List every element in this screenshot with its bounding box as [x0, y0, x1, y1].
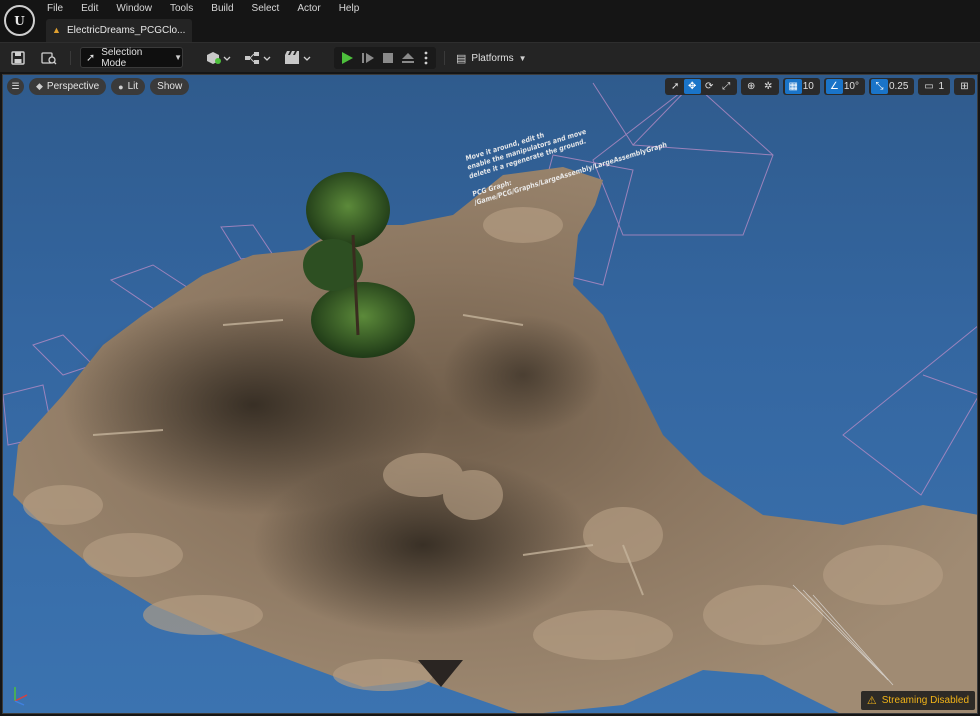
save-icon[interactable] [8, 47, 28, 69]
perspective-button[interactable]: ◆ Perspective [29, 78, 107, 95]
streaming-label: Streaming Disabled [881, 695, 969, 706]
level-tab[interactable]: ▲ ElectricDreams_PCGClo... [46, 19, 192, 42]
camera-icon[interactable]: ▭ [920, 79, 937, 94]
viewport-toolbar-left: ☰ ◆ Perspective ● Lit Show [7, 78, 190, 96]
lit-sphere-icon: ● [118, 81, 124, 92]
rotation-snap-icon[interactable]: ∠ [825, 79, 843, 94]
main-toolbar: ➚ Selection Mode ▼ ▤ Platforms ▼ [0, 42, 980, 72]
menu-actor[interactable]: Actor [288, 0, 329, 18]
platforms-icon: ▤ [456, 52, 467, 65]
unreal-logo[interactable]: U [4, 5, 35, 36]
menu-edit[interactable]: Edit [72, 0, 107, 18]
warning-icon: ⚠ [866, 695, 877, 707]
selection-mode-dropdown[interactable]: ➚ Selection Mode ▼ [80, 46, 183, 69]
scale-snap-icon[interactable]: ⤡ [870, 79, 888, 94]
coordinate-tools: ⊕ ✲ [740, 78, 779, 95]
streaming-status: ⚠ Streaming Disabled [860, 691, 975, 710]
viewport-layout-icon[interactable]: ⊞ [956, 79, 973, 94]
grid-snap-icon[interactable]: ▦ [784, 79, 802, 94]
hamburger-menu-icon[interactable]: ☰ [7, 78, 24, 95]
cursor-icon: ➚ [86, 52, 96, 64]
content-browser-icon[interactable] [38, 47, 60, 69]
camera-speed-value[interactable]: 1 [937, 81, 948, 92]
cinematics-button[interactable] [283, 47, 313, 69]
level-icon: ▲ [52, 25, 61, 35]
transform-tools: ➚ ✥ ⟳ ⤢ [664, 78, 737, 95]
scale-icon[interactable]: ⤢ [718, 79, 735, 94]
grid-snap-value[interactable]: 10 [802, 81, 818, 92]
menu-build[interactable]: Build [202, 0, 242, 18]
toolbar-separator [70, 51, 71, 65]
title-bar: U File Edit Window Tools Build Select Ac… [0, 0, 980, 42]
blueprint-button[interactable] [243, 47, 273, 69]
camera-speed-group: ▭ 1 [918, 78, 950, 95]
platforms-dropdown[interactable]: ▤ Platforms ▼ [450, 47, 533, 69]
chevron-down-icon: ▼ [174, 53, 182, 62]
selection-mode-label: Selection Mode [101, 46, 143, 69]
menu-select[interactable]: Select [243, 0, 289, 18]
play-controls [334, 47, 436, 69]
lit-button[interactable]: ● Lit [111, 78, 146, 95]
grid-snap-group: ▦ 10 [782, 78, 820, 95]
toolbar-separator [444, 51, 445, 65]
more-options-icon[interactable] [420, 47, 432, 69]
rotate-icon[interactable]: ⟳ [701, 79, 718, 94]
translate-icon[interactable]: ✥ [683, 79, 701, 94]
viewport-toolbar-right: ➚ ✥ ⟳ ⤢ ⊕ ✲ ▦ 10 ∠ 10° ⤡ 0.25 ▭ 1 ⊞ [664, 78, 975, 96]
lit-label: Lit [127, 81, 139, 92]
menu-help[interactable]: Help [330, 0, 369, 18]
surface-snap-icon[interactable]: ✲ [760, 79, 777, 94]
rotation-snap-group: ∠ 10° [823, 78, 865, 95]
rotation-snap-value[interactable]: 10° [843, 81, 863, 92]
scale-snap-group: ⤡ 0.25 [868, 78, 915, 95]
chevron-down-icon: ▼ [518, 53, 527, 63]
platforms-label: Platforms [471, 52, 514, 64]
select-cursor-icon[interactable]: ➚ [667, 79, 684, 94]
perspective-label: Perspective [46, 81, 100, 92]
show-label: Show [157, 81, 183, 92]
layout-group: ⊞ [954, 78, 975, 95]
menu-file[interactable]: File [38, 0, 72, 18]
cube-icon: ◆ [36, 81, 43, 91]
menu-window[interactable]: Window [107, 0, 161, 18]
advance-frame-icon[interactable] [358, 47, 378, 69]
play-icon[interactable] [337, 47, 357, 69]
show-button[interactable]: Show [150, 78, 190, 95]
main-menu: File Edit Window Tools Build Select Acto… [38, 0, 368, 18]
menu-tools[interactable]: Tools [161, 0, 202, 18]
world-space-icon[interactable]: ⊕ [743, 79, 760, 94]
axis-gizmo-icon [14, 687, 28, 706]
level-viewport[interactable]: Move it around, edit th enable the manip… [2, 74, 978, 714]
eject-icon[interactable] [398, 47, 418, 69]
stop-icon[interactable] [378, 47, 398, 69]
add-actor-button[interactable] [203, 47, 233, 69]
scale-snap-value[interactable]: 0.25 [888, 81, 912, 92]
level-tab-label: ElectricDreams_PCGClo... [67, 25, 186, 36]
